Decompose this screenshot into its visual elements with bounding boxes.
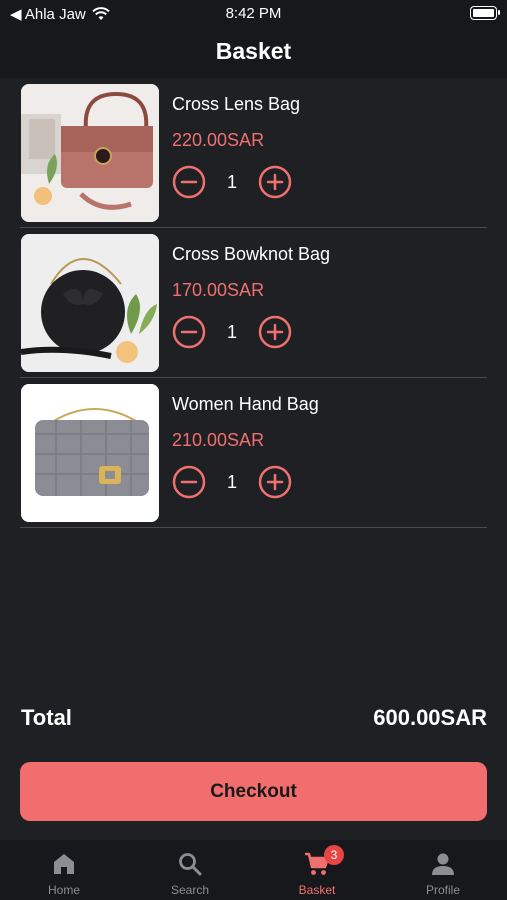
product-image[interactable] (21, 84, 159, 222)
decrease-quantity-button[interactable] (172, 315, 206, 349)
increase-quantity-button[interactable] (258, 315, 292, 349)
decrease-quantity-button[interactable] (172, 465, 206, 499)
battery-icon (470, 6, 500, 20)
decrease-quantity-button[interactable] (172, 165, 206, 199)
increase-quantity-button[interactable] (258, 465, 292, 499)
item-price: 170.00SAR (172, 280, 265, 300)
cart-count-badge: 3 (324, 845, 344, 865)
tab-label: Search (170, 883, 210, 897)
page-title: Basket (215, 38, 292, 64)
item-name[interactable]: Cross Lens Bag (172, 94, 300, 115)
tab-basket[interactable]: 3 Basket (254, 840, 380, 900)
item-name[interactable]: Cross Bowknot Bag (172, 244, 330, 265)
tab-bar: Home Search 3 Basket Profile (0, 840, 507, 900)
basket-item: Cross Lens Bag 220.00SAR 1 (20, 78, 487, 228)
basket-item: Women Hand Bag 210.00SAR 1 (20, 378, 487, 528)
item-price: 210.00SAR (172, 430, 265, 450)
tab-label: Basket (298, 883, 336, 897)
header: Basket (0, 30, 507, 78)
product-image[interactable] (21, 234, 159, 372)
tab-label: Home (47, 883, 80, 897)
product-image[interactable] (21, 384, 159, 522)
checkout-button[interactable]: Checkout (20, 762, 487, 821)
quantity-value: 1 (226, 322, 237, 342)
tab-search[interactable]: Search (127, 840, 253, 900)
total-value: 600.00SAR (373, 705, 487, 730)
item-name[interactable]: Women Hand Bag (172, 394, 319, 415)
item-price: 220.00SAR (172, 130, 265, 150)
search-icon (179, 853, 202, 876)
home-icon (54, 854, 74, 874)
basket-item: Cross Bowknot Bag 170.00SAR 1 (20, 228, 487, 378)
status-bar: ◀ Ahla Jaw 8:42 PM (0, 0, 507, 30)
status-time: 8:42 PM (225, 5, 282, 22)
quantity-value: 1 (226, 172, 237, 192)
tab-profile[interactable]: Profile (380, 840, 506, 900)
quantity-value: 1 (226, 472, 237, 492)
profile-icon (432, 853, 454, 875)
increase-quantity-button[interactable] (258, 165, 292, 199)
total-label: Total (21, 705, 72, 730)
tab-home[interactable]: Home (1, 840, 127, 900)
tab-label: Profile (425, 883, 460, 897)
